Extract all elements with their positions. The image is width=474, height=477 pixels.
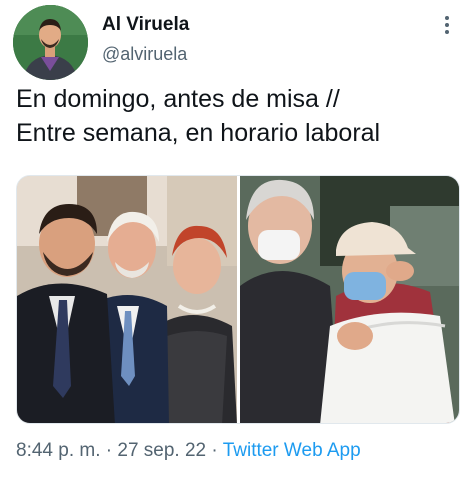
tweet-date[interactable]: 27 sep. 22	[117, 440, 206, 461]
tweet-text: En domingo, antes de misa // Entre seman…	[16, 85, 381, 147]
media-photo-right[interactable]	[240, 176, 459, 423]
separator: ·	[105, 440, 113, 461]
media-photo-left[interactable]	[17, 176, 237, 423]
tweet-time[interactable]: 8:44 p. m.	[16, 440, 101, 461]
photo-icon	[240, 176, 459, 423]
tweet-card: Al Viruela @alviruela En domingo, antes …	[0, 0, 474, 477]
tweet-metadata: 8:44 p. m. · 27 sep. 22 · Twitter Web Ap…	[16, 440, 361, 462]
more-options-icon[interactable]	[442, 14, 452, 36]
separator: ·	[211, 440, 218, 461]
avatar[interactable]	[13, 5, 88, 80]
media-grid	[16, 175, 460, 424]
author-display-name[interactable]: Al Viruela	[102, 14, 189, 36]
photo-icon	[17, 176, 237, 423]
profile-photo-icon	[13, 5, 88, 80]
author-handle[interactable]: @alviruela	[102, 44, 187, 65]
tweet-source-link[interactable]: Twitter Web App	[223, 440, 361, 461]
